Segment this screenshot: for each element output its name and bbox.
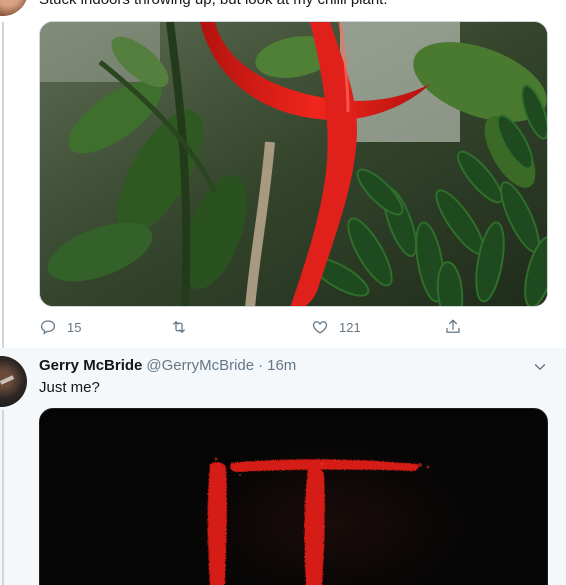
reply-button[interactable]: 15 bbox=[39, 315, 81, 339]
like-count: 121 bbox=[339, 319, 361, 335]
tweet-text: Stuck indoors throwing up, but look at m… bbox=[39, 0, 388, 10]
chilli-plant-photo bbox=[40, 22, 547, 306]
share-button[interactable] bbox=[444, 315, 462, 339]
share-icon bbox=[446, 319, 460, 333]
tweet-text: Just me? bbox=[39, 379, 100, 396]
tweet-photo[interactable] bbox=[39, 21, 548, 307]
retweet-icon bbox=[173, 321, 185, 333]
display-name[interactable]: Gerry McBride bbox=[39, 357, 142, 374]
like-icon bbox=[312, 321, 328, 334]
avatar[interactable] bbox=[0, 0, 28, 16]
retweet-button[interactable] bbox=[170, 315, 198, 339]
tweet-photo[interactable] bbox=[39, 408, 548, 585]
chevron-down-icon[interactable] bbox=[531, 358, 549, 376]
separator: · bbox=[258, 357, 264, 374]
tweet-timestamp[interactable]: 16m bbox=[267, 357, 296, 374]
tweet-header: Gerry McBride @GerryMcBride · 16m bbox=[39, 356, 296, 376]
reply-count: 15 bbox=[67, 319, 82, 335]
tweet-chilli[interactable]: Stuck indoors throwing up, but look at m… bbox=[0, 0, 566, 585]
reply-icon bbox=[40, 320, 56, 335]
tweet-actions: 15 121 bbox=[39, 315, 469, 339]
it-movie-poster bbox=[40, 409, 547, 585]
avatar[interactable] bbox=[0, 356, 27, 407]
thread-line bbox=[2, 410, 4, 585]
like-button[interactable]: 121 bbox=[311, 315, 361, 339]
tweet-gerry[interactable]: Gerry McBride @GerryMcBride · 16m Just me? bbox=[0, 348, 566, 585]
user-handle[interactable]: @GerryMcBride bbox=[146, 357, 254, 374]
